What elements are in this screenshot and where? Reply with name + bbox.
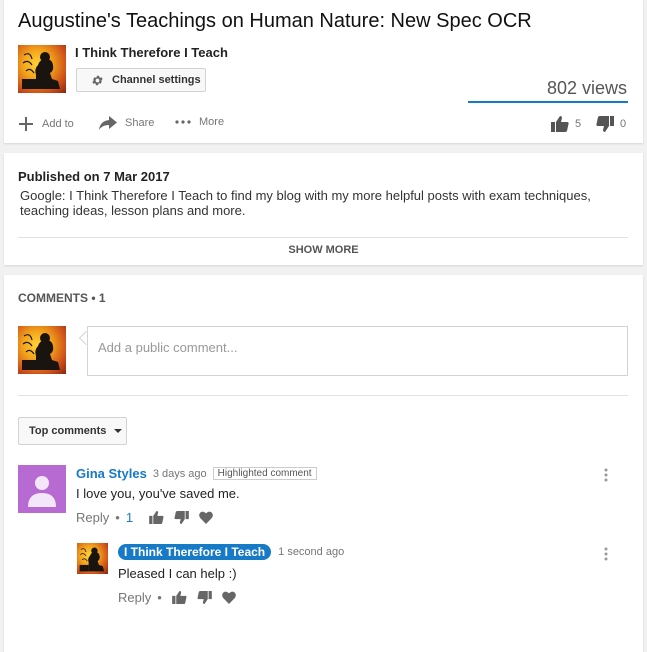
thumbs-down-icon	[596, 116, 614, 132]
reply-author-owner-badge[interactable]: I Think Therefore I Teach	[118, 544, 272, 560]
show-more-button[interactable]: SHOW MORE	[4, 244, 643, 256]
comment-header: Gina Styles 3 days ago Highlighted comme…	[76, 466, 317, 481]
share-button[interactable]: Share	[99, 116, 154, 130]
gear-icon	[91, 74, 104, 87]
channel-settings-label: Channel settings	[112, 74, 201, 86]
more-label: More	[199, 116, 225, 128]
description-divider	[18, 237, 628, 238]
caret-down-icon	[114, 429, 123, 433]
published-date: Published on 7 Mar 2017	[18, 169, 170, 184]
comments-header: COMMENTS • 1	[18, 291, 106, 305]
reply-time[interactable]: 1 second ago	[278, 546, 344, 558]
reply-button[interactable]: Reply	[76, 510, 109, 525]
view-count: 802 views	[546, 78, 627, 98]
thumbs-down-icon[interactable]	[197, 591, 212, 604]
comments-card: COMMENTS • 1 Top comments Gina Styles 3 …	[4, 275, 643, 652]
share-label: Share	[125, 117, 155, 129]
commenter-avatar[interactable]	[18, 465, 66, 513]
views-progress-bar	[468, 101, 628, 103]
dislike-count: 0	[620, 118, 627, 130]
channel-avatar[interactable]	[18, 45, 66, 93]
reply-actions: Reply •	[118, 590, 236, 605]
description-card: Published on 7 Mar 2017 Google: I Think …	[4, 153, 643, 265]
sort-label: Top comments	[29, 425, 107, 437]
thinker-silhouette-icon	[79, 547, 105, 572]
reply-header: I Think Therefore I Teach 1 second ago	[118, 544, 344, 560]
thumbs-up-icon[interactable]	[172, 591, 187, 604]
thumbs-down-icon[interactable]	[174, 511, 189, 524]
more-dots-icon	[175, 120, 191, 124]
add-to-button[interactable]: Add to	[18, 116, 74, 132]
plus-icon	[18, 116, 34, 132]
separator-dot: •	[157, 590, 162, 605]
current-user-avatar	[18, 326, 66, 374]
heart-icon[interactable]	[199, 511, 213, 524]
video-title: Augustine's Teachings on Human Nature: N…	[18, 10, 532, 32]
like-count: 5	[575, 118, 582, 130]
channel-settings-button[interactable]: Channel settings	[76, 68, 206, 92]
comment-like-count: 1	[125, 510, 134, 525]
like-button[interactable]: 5	[551, 116, 581, 132]
comment-menu-kebab-icon[interactable]	[604, 468, 608, 487]
more-button[interactable]: More	[175, 116, 224, 128]
thinker-silhouette-icon	[22, 333, 60, 370]
highlighted-comment-badge: Highlighted comment	[212, 467, 317, 480]
dislike-button[interactable]: 0	[596, 116, 626, 132]
add-to-label: Add to	[42, 118, 74, 130]
comments-divider	[18, 395, 628, 396]
sort-comments-dropdown[interactable]: Top comments	[18, 417, 127, 445]
thumbs-up-icon[interactable]	[149, 511, 164, 524]
thinker-silhouette-icon	[22, 52, 60, 89]
reply-button[interactable]: Reply	[118, 590, 151, 605]
comment-author[interactable]: Gina Styles	[76, 466, 147, 481]
comment-box[interactable]	[87, 326, 628, 376]
reply-author-avatar[interactable]	[77, 543, 108, 574]
heart-icon[interactable]	[221, 591, 236, 604]
video-info-card: Augustine's Teachings on Human Nature: N…	[4, 0, 643, 143]
reply-text: Pleased I can help :)	[118, 566, 237, 581]
description-text: Google: I Think Therefore I Teach to fin…	[20, 188, 591, 218]
channel-name[interactable]: I Think Therefore I Teach	[75, 45, 228, 60]
public-comment-input[interactable]	[88, 327, 627, 375]
share-arrow-icon	[99, 116, 117, 130]
separator-dot: •	[115, 510, 120, 525]
default-user-icon	[28, 476, 56, 507]
thumbs-up-icon	[551, 116, 569, 132]
comment-text: I love you, you've saved me.	[76, 486, 240, 501]
reply-menu-kebab-icon[interactable]	[604, 547, 608, 566]
comment-actions: Reply • 1	[76, 510, 213, 525]
comment-time[interactable]: 3 days ago	[153, 468, 207, 480]
